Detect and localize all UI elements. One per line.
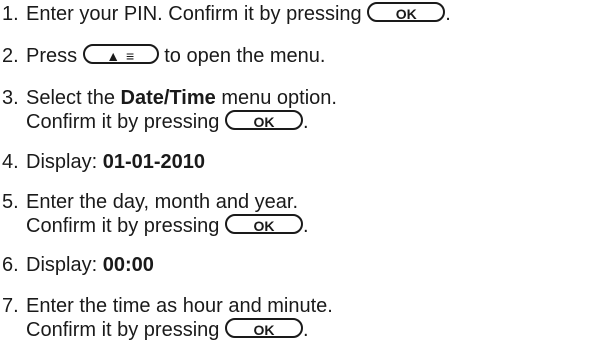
step-text-line2: Confirm it by pressing OK. [26,318,309,341]
step-text: Enter the day, month and year. [26,191,299,213]
step-number: 1. [2,3,19,25]
step-number: 2. [2,45,19,67]
step-number: 4. [2,151,19,173]
step-number: 7. [2,295,19,317]
step-text: Display: 00:00 [26,254,154,276]
display-value: 00:00 [102,254,154,276]
step-text: Enter your PIN. Confirm it by pressing O… [26,2,451,25]
step-text: Display: 01-01-2010 [26,151,206,173]
ok-key-icon: OK [224,318,303,339]
step-text: Enter the time as hour and minute. [26,295,333,317]
step-number: 5. [2,191,19,213]
step-number: 6. [2,254,19,276]
menu-key-icon: ▲ ≡ [82,44,159,65]
step-text-line2: Confirm it by pressing OK. [26,110,309,133]
ok-key-icon: OK [224,110,303,131]
step-text: Press ▲ ≡ to open the menu. [26,44,326,67]
display-value: 01-01-2010 [102,151,206,173]
step-text: Select the Date/Time menu option. [26,87,337,109]
ok-key-icon: OK [367,2,446,23]
ok-key-icon: OK [224,214,303,235]
step-number: 3. [2,87,19,109]
step-text-line2: Confirm it by pressing OK. [26,214,309,237]
